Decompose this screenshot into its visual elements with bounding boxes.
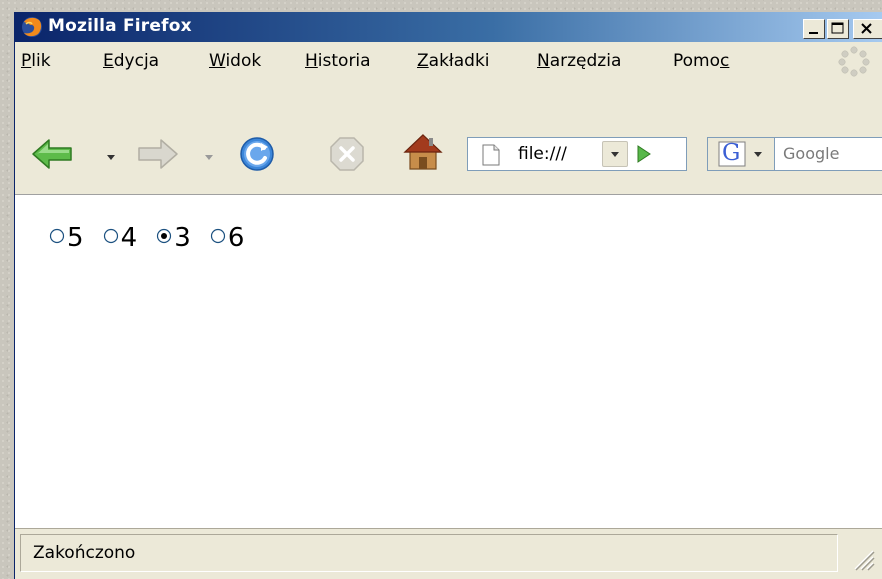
firefox-logo-icon: [22, 17, 42, 37]
minimize-button[interactable]: [803, 19, 825, 39]
menu-label: lik: [31, 51, 51, 71]
forward-dropdown-arrow[interactable]: [205, 155, 213, 160]
menu-bar: Plik Edycja Widok Historia Zakładki Narz…: [15, 42, 882, 79]
close-icon: [861, 23, 872, 34]
radio-button-icon[interactable]: [210, 228, 226, 244]
menu-historia[interactable]: Historia: [305, 51, 371, 71]
browser-window: Mozilla Firefox Plik Edycja Widok Histor…: [14, 12, 882, 579]
home-icon[interactable]: [403, 132, 443, 172]
address-bar[interactable]: file:///: [467, 137, 687, 171]
back-arrow-icon[interactable]: [31, 138, 75, 170]
document-icon: [482, 144, 500, 166]
menu-label: Pomo: [673, 51, 721, 71]
title-bar[interactable]: Mozilla Firefox: [15, 12, 882, 42]
search-input[interactable]: Google: [775, 137, 882, 171]
status-bar: Zakończono: [15, 528, 882, 579]
address-dropdown-button[interactable]: [602, 141, 628, 167]
window-title: Mozilla Firefox: [48, 16, 192, 36]
menu-accel: P: [21, 51, 32, 71]
radio-label: 3: [174, 223, 191, 253]
radio-button-icon[interactable]: [103, 228, 119, 244]
menu-accel: W: [209, 51, 226, 71]
search-engine-label: G: [722, 140, 741, 166]
address-input[interactable]: file:///: [518, 144, 567, 164]
menu-label: arzędzia: [549, 51, 622, 71]
menu-label: istoria: [317, 51, 371, 71]
status-text: Zakończono: [33, 543, 136, 563]
radio-button-icon[interactable]: [49, 228, 65, 244]
back-dropdown-arrow[interactable]: [107, 155, 115, 160]
resize-grip-icon[interactable]: [847, 543, 875, 573]
chevron-down-icon: [754, 152, 762, 157]
menu-zakladki[interactable]: Zakładki: [417, 51, 490, 71]
minimize-icon: [809, 32, 818, 34]
forward-arrow-icon[interactable]: [135, 138, 179, 170]
menu-widok[interactable]: Widok: [209, 51, 261, 71]
menu-accel: Z: [417, 51, 429, 71]
menu-accel: N: [537, 51, 550, 71]
menu-accel: c: [720, 51, 730, 71]
reload-icon[interactable]: [237, 134, 277, 174]
radio-label: 4: [120, 223, 138, 253]
navigation-toolbar: file:/// G Google: [15, 78, 882, 195]
radio-option-4[interactable]: 4: [103, 223, 138, 253]
chevron-down-icon: [611, 152, 619, 157]
radio-label: 5: [67, 223, 84, 253]
go-arrow-icon[interactable]: [630, 142, 656, 166]
menu-accel: H: [305, 51, 318, 71]
menu-accel: E: [103, 51, 114, 71]
menu-label: dycja: [113, 51, 160, 71]
radio-option-6[interactable]: 6: [210, 223, 245, 253]
maximize-icon: [831, 22, 844, 34]
menu-plik[interactable]: Plik: [21, 51, 51, 71]
throbber-icon: [838, 46, 870, 77]
menu-label: akładki: [428, 51, 490, 71]
radio-option-5[interactable]: 5: [49, 223, 84, 253]
radio-label: 6: [227, 223, 245, 253]
radio-group: 5 4 3 6: [49, 223, 258, 253]
search-engine-selector[interactable]: G: [707, 137, 775, 171]
radio-button-checked-icon[interactable]: [156, 228, 172, 244]
status-panel: Zakończono: [20, 534, 838, 572]
stop-icon[interactable]: [329, 136, 365, 172]
page-content: 5 4 3 6: [15, 195, 882, 535]
close-button[interactable]: [853, 19, 882, 39]
menu-narzedzia[interactable]: Narzędzia: [537, 51, 621, 71]
menu-label: idok: [225, 51, 262, 71]
menu-pomoc[interactable]: Pomoc: [673, 51, 729, 71]
maximize-button[interactable]: [827, 19, 849, 39]
radio-option-3[interactable]: 3: [156, 223, 191, 253]
menu-edycja[interactable]: Edycja: [103, 51, 159, 71]
